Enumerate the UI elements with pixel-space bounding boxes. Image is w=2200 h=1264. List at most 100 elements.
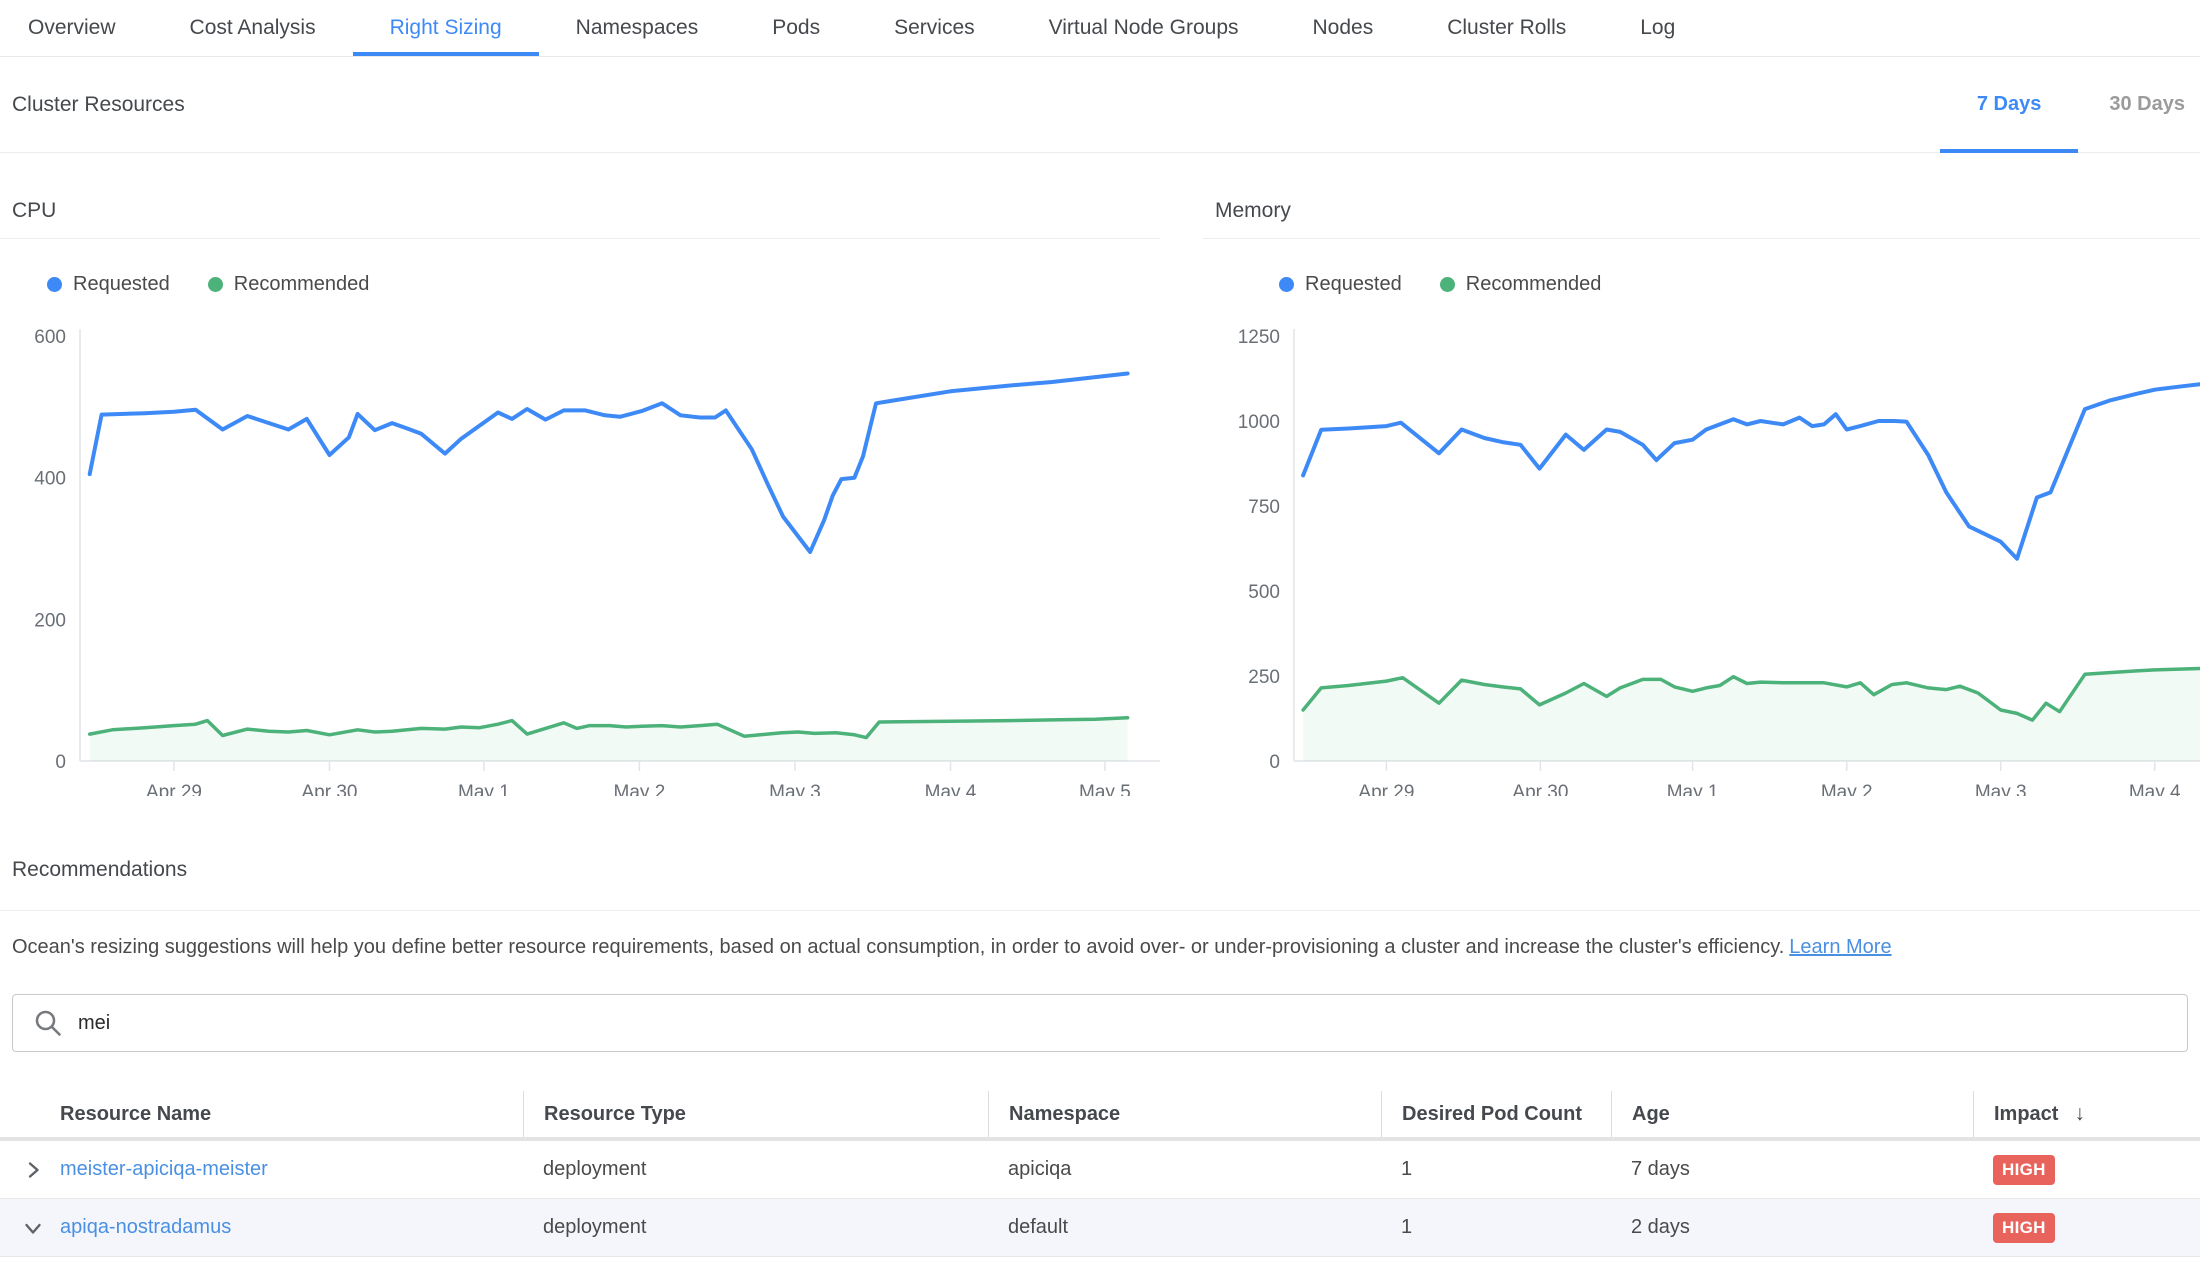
row-expander[interactable] — [0, 1217, 48, 1239]
expander-column-header — [0, 1091, 48, 1137]
column-label: Impact — [1994, 1103, 2058, 1126]
svg-text:600: 600 — [34, 327, 66, 348]
svg-text:Apr 29: Apr 29 — [146, 782, 202, 796]
namespace-cell: apiciqa — [988, 1158, 1381, 1181]
column-label: Desired Pod Count — [1402, 1103, 1582, 1126]
desired-pod-count-cell: 1 — [1381, 1216, 1611, 1239]
recommendations-description-text: Ocean's resizing suggestions will help y… — [12, 936, 1784, 958]
impact-badge: HIGH — [1993, 1213, 2055, 1243]
legend-label: Recommended — [234, 273, 370, 296]
svg-text:May 3: May 3 — [769, 782, 821, 796]
svg-text:500: 500 — [1248, 582, 1280, 603]
svg-text:Apr 30: Apr 30 — [302, 782, 358, 796]
tab-nodes[interactable]: Nodes — [1276, 0, 1411, 56]
resource-type-cell: deployment — [523, 1158, 988, 1181]
range-30-days[interactable]: 30 Days — [2078, 57, 2200, 152]
column-label: Resource Type — [544, 1103, 686, 1126]
row-expander[interactable] — [0, 1159, 48, 1181]
svg-text:May 2: May 2 — [1821, 782, 1873, 796]
resource-name-link[interactable]: meister-apiciqa-meister — [60, 1158, 268, 1180]
svg-text:250: 250 — [1248, 667, 1280, 688]
range-7-days[interactable]: 7 Days — [1940, 57, 2079, 152]
legend-dot — [47, 277, 62, 292]
legend-dot — [1440, 277, 1455, 292]
learn-more-link[interactable]: Learn More — [1789, 936, 1891, 958]
impact-cell: HIGH — [1973, 1213, 2200, 1243]
memory-chart-block: Memory Requested Recommended 0 250 500 750 10… — [1203, 153, 2200, 796]
tab-pods[interactable]: Pods — [735, 0, 857, 56]
column-label: Age — [1632, 1103, 1670, 1126]
legend-label: Requested — [73, 273, 170, 296]
column-header-resource-type[interactable]: Resource Type — [523, 1091, 988, 1137]
search-icon — [33, 1008, 63, 1038]
svg-text:1000: 1000 — [1238, 412, 1280, 433]
table-row: apiqa-nostradamusdeploymentdefault12 day… — [0, 1199, 2200, 1257]
namespace-cell: default — [988, 1216, 1381, 1239]
resource-name-cell: meister-apiciqa-meister — [48, 1158, 523, 1181]
tab-cluster-rolls[interactable]: Cluster Rolls — [1410, 0, 1603, 56]
legend-dot — [208, 277, 223, 292]
impact-badge: HIGH — [1993, 1155, 2055, 1185]
svg-text:May 3: May 3 — [1975, 782, 2027, 796]
recommendations-description: Ocean's resizing suggestions will help y… — [12, 934, 2188, 961]
date-range-toggle: 7 Days30 Days — [1940, 57, 2200, 152]
column-label: Resource Name — [60, 1103, 211, 1126]
charts-row: CPU Requested Recommended 0 200 400 600 Apr 2… — [0, 153, 2200, 796]
sort-desc-icon[interactable]: ↓ — [2074, 1102, 2085, 1126]
column-header-age[interactable]: Age — [1611, 1091, 1973, 1137]
column-header-namespace[interactable]: Namespace — [988, 1091, 1381, 1137]
svg-text:400: 400 — [34, 469, 66, 490]
tab-log[interactable]: Log — [1603, 0, 1712, 56]
legend-item-requested[interactable]: Requested — [47, 273, 170, 296]
table-body: meister-apiciqa-meisterdeploymentapiciqa… — [0, 1141, 2200, 1257]
legend-item-recommended[interactable]: Recommended — [208, 273, 370, 296]
svg-text:750: 750 — [1248, 497, 1280, 518]
svg-text:May 1: May 1 — [458, 782, 510, 796]
tab-services[interactable]: Services — [857, 0, 1012, 56]
svg-text:0: 0 — [55, 752, 66, 773]
memory-chart-legend: Requested Recommended — [1279, 271, 2200, 297]
resource-name-link[interactable]: apiqa-nostradamus — [60, 1216, 231, 1238]
svg-text:May 5: May 5 — [1079, 782, 1131, 796]
age-cell: 7 days — [1611, 1158, 1973, 1181]
legend-item-requested[interactable]: Requested — [1279, 273, 1402, 296]
svg-text:200: 200 — [34, 610, 66, 631]
column-header-impact[interactable]: Impact ↓ — [1973, 1091, 2200, 1137]
chevron-right-icon — [22, 1159, 44, 1181]
resource-type-cell: deployment — [523, 1216, 988, 1239]
svg-text:May 4: May 4 — [2129, 782, 2181, 796]
cluster-resources-header: Cluster Resources 7 Days30 Days — [0, 57, 2200, 153]
svg-text:Apr 29: Apr 29 — [1358, 782, 1414, 796]
search-input[interactable] — [76, 1011, 2167, 1036]
column-label: Namespace — [1009, 1103, 1120, 1126]
column-header-resource-name[interactable]: Resource Name — [48, 1091, 523, 1137]
tab-namespaces[interactable]: Namespaces — [539, 0, 736, 56]
search-box — [12, 994, 2188, 1052]
recommendations-table: Resource Name Resource Type Namespace Desir… — [0, 1091, 2200, 1257]
impact-cell: HIGH — [1973, 1155, 2200, 1185]
tab-cost-analysis[interactable]: Cost Analysis — [153, 0, 353, 56]
cpu-chart-block: CPU Requested Recommended 0 200 400 600 Apr 2… — [0, 153, 1160, 796]
svg-text:1250: 1250 — [1238, 327, 1280, 348]
top-tab-bar: OverviewCost AnalysisRight SizingNamespa… — [0, 0, 2200, 57]
recommendations-title: Recommendations — [0, 856, 2200, 911]
legend-label: Recommended — [1466, 273, 1602, 296]
column-header-desired-pod-count[interactable]: Desired Pod Count — [1381, 1091, 1611, 1137]
memory-chart: 025050075010001250Apr 29Apr 30May 1May 2… — [1203, 326, 2200, 796]
desired-pod-count-cell: 1 — [1381, 1158, 1611, 1181]
legend-label: Requested — [1305, 273, 1402, 296]
tab-right-sizing[interactable]: Right Sizing — [353, 0, 539, 56]
cpu-chart-title: CPU — [0, 197, 1160, 239]
memory-chart-title: Memory — [1203, 197, 2200, 239]
svg-text:May 4: May 4 — [925, 782, 977, 796]
cpu-chart: 0200400600Apr 29Apr 30May 1May 2May 3May… — [0, 326, 1160, 796]
table-header-row: Resource Name Resource Type Namespace Desir… — [0, 1091, 2200, 1141]
resource-name-cell: apiqa-nostradamus — [48, 1216, 523, 1239]
svg-text:May 1: May 1 — [1667, 782, 1719, 796]
cpu-chart-legend: Requested Recommended — [47, 271, 1160, 297]
legend-item-recommended[interactable]: Recommended — [1440, 273, 1602, 296]
tab-virtual-node-groups[interactable]: Virtual Node Groups — [1012, 0, 1276, 56]
table-row: meister-apiciqa-meister deploymentapiciqa… — [0, 1141, 2200, 1199]
svg-text:0: 0 — [1269, 752, 1280, 773]
tab-overview[interactable]: Overview — [0, 0, 153, 56]
